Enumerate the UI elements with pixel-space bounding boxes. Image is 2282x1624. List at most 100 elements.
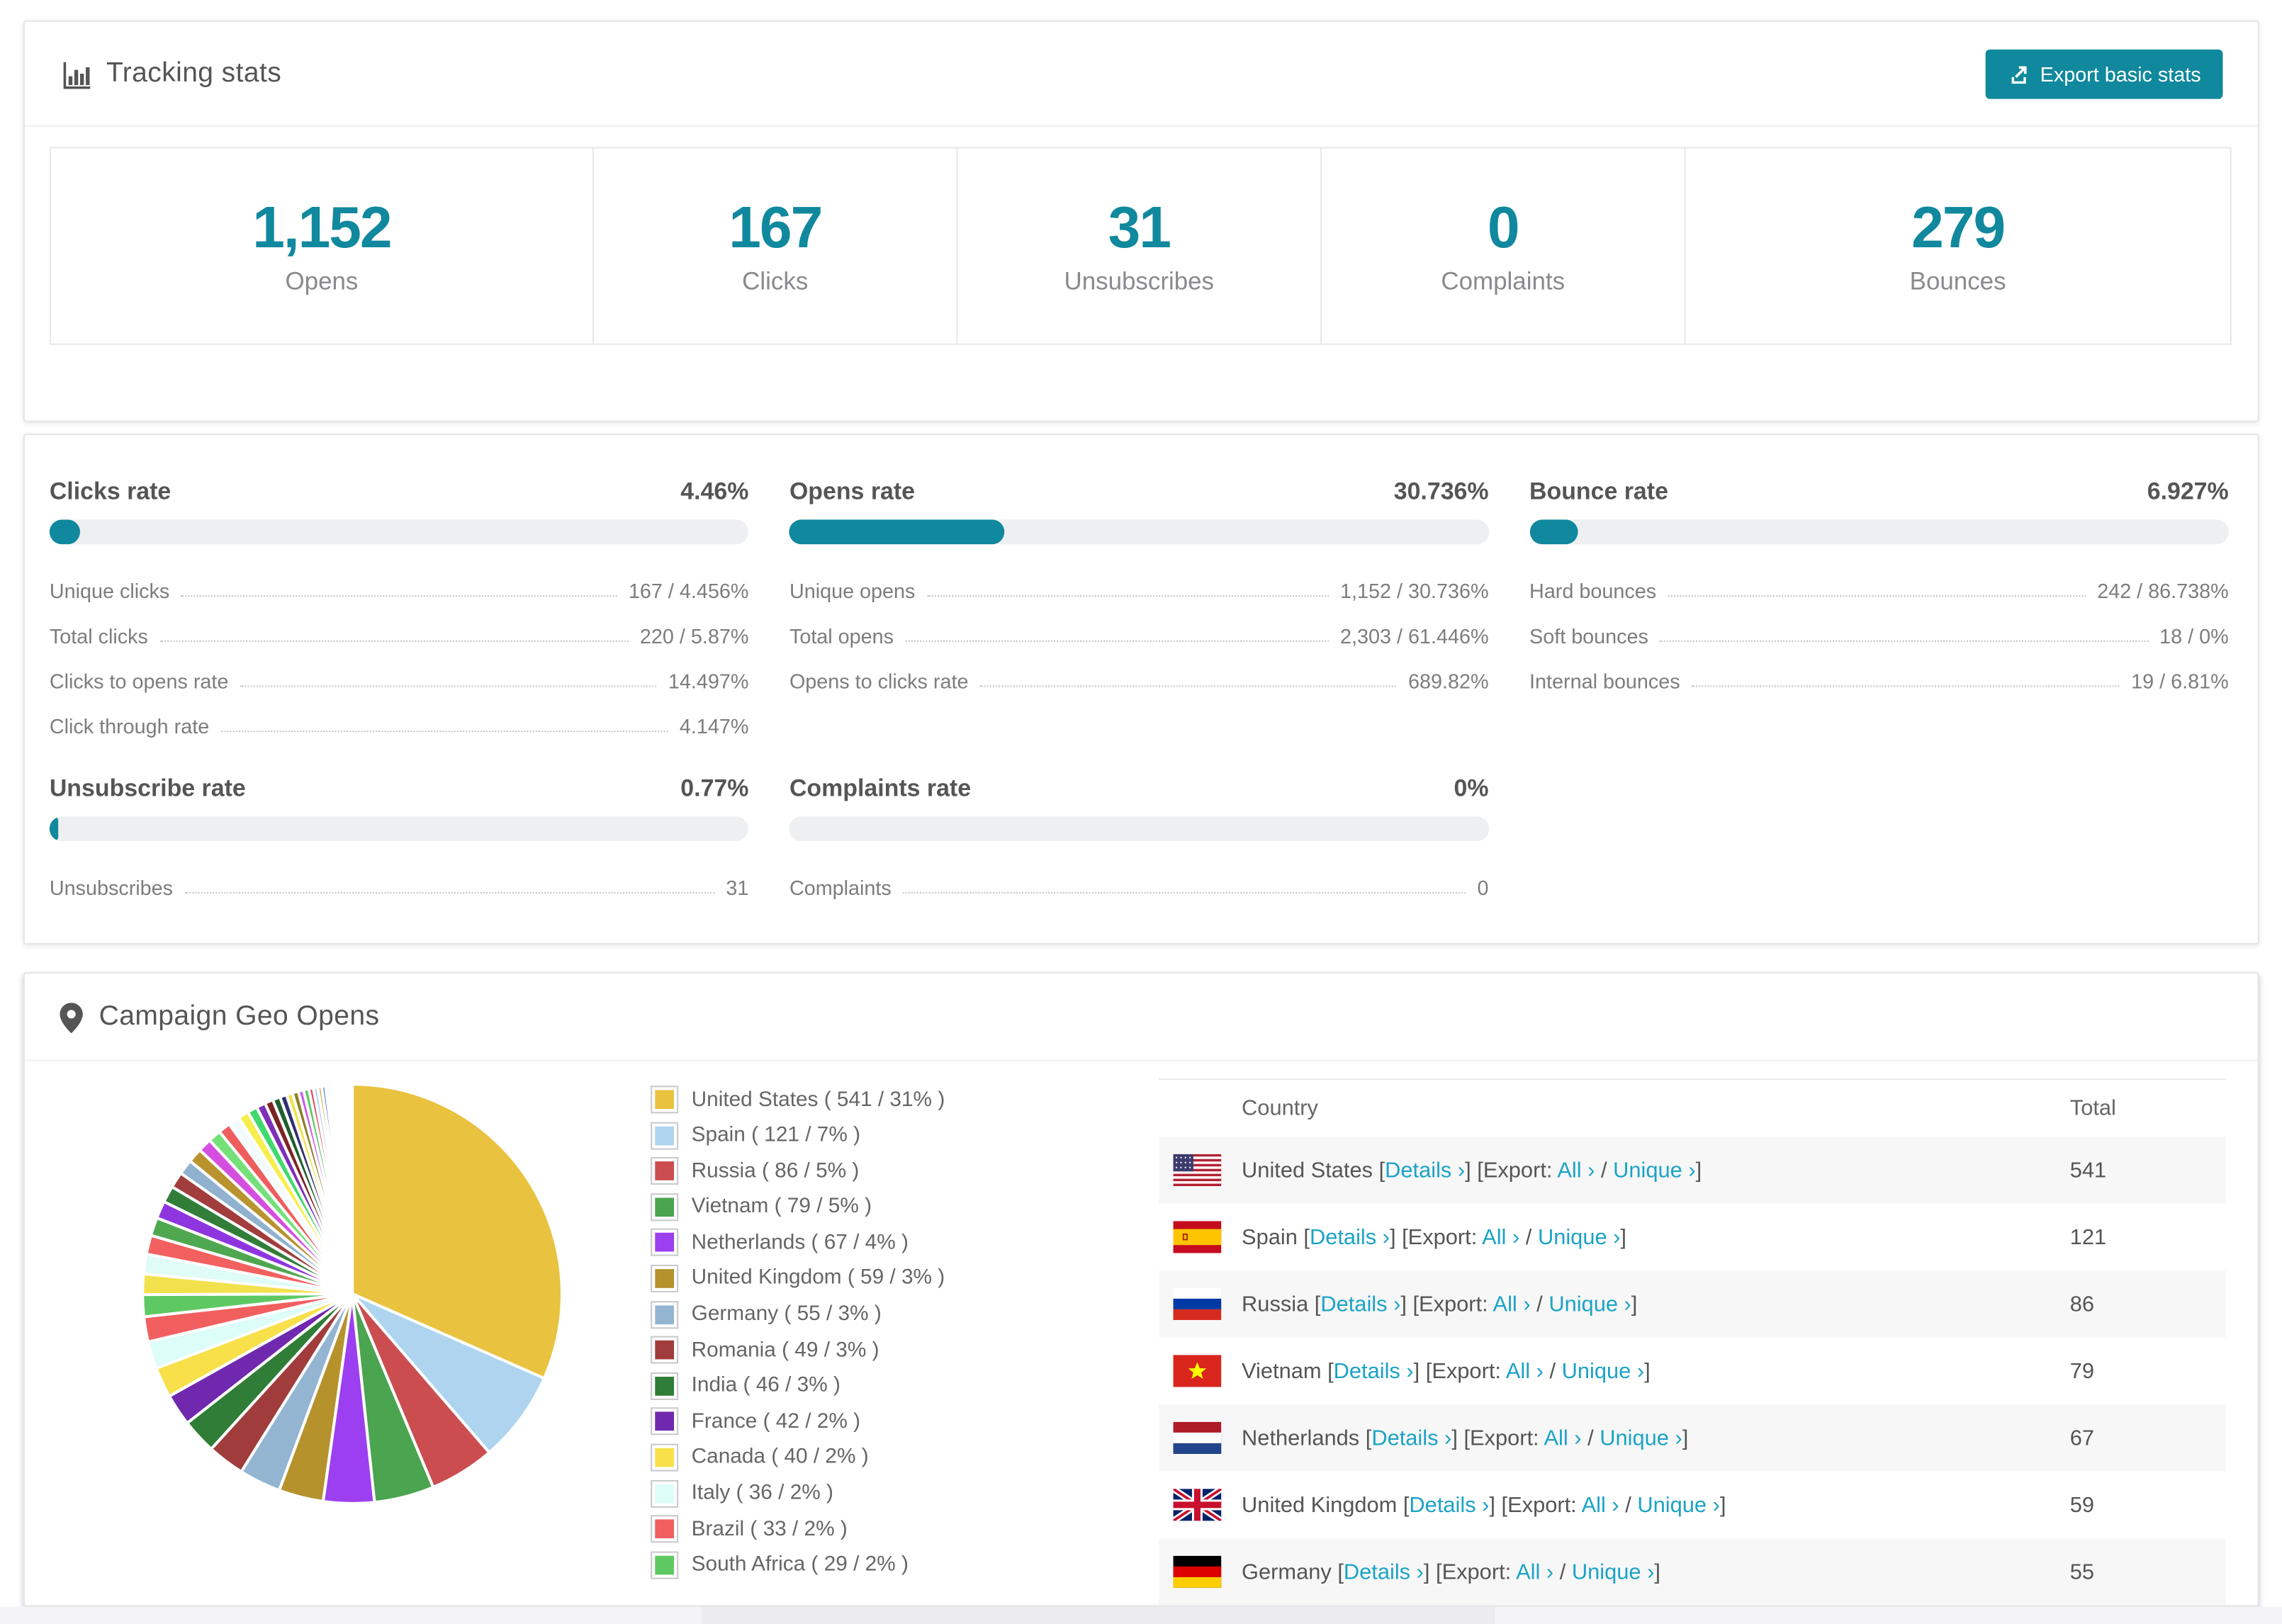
details-link[interactable]: Details ›	[1334, 1358, 1414, 1383]
details-link[interactable]: Details ›	[1310, 1224, 1390, 1249]
dotted-leader	[905, 640, 1329, 642]
rate-rows: Hard bounces 242 / 86.738% Soft bounces 18 …	[1529, 579, 2229, 692]
geo-total-cell: 59	[2069, 1492, 2095, 1518]
legend-swatch-color	[655, 1341, 675, 1360]
export-all-link[interactable]: All ›	[1516, 1560, 1553, 1584]
export-unique-link[interactable]: Unique ›	[1548, 1292, 1631, 1316]
details-link[interactable]: Details ›	[1409, 1492, 1489, 1517]
progress-fill	[789, 519, 1005, 545]
rate-row: Internal bounces 19 / 6.81%	[1529, 670, 2229, 693]
rate-row-value: 14.497%	[668, 669, 749, 693]
legend-item: United Kingdom ( 59 / 3% )	[651, 1264, 1131, 1292]
legend-item: India ( 46 / 3% )	[651, 1372, 1131, 1400]
export-unique-link[interactable]: Unique ›	[1600, 1426, 1682, 1450]
export-unique-link[interactable]: Unique ›	[1538, 1224, 1620, 1249]
rates-card: Clicks rate 4.46% Unique clicks 167 / 4.456…	[23, 434, 2259, 945]
rate-row-value: 19 / 6.81%	[2131, 669, 2229, 693]
rate-row-value: 18 / 0%	[2159, 624, 2229, 648]
stat-box-clicks: 167 Clicks	[594, 148, 958, 344]
stat-value-clicks: 167	[729, 196, 823, 260]
rate-row-value: 1,152 / 30.736%	[1340, 579, 1489, 603]
export-all-link[interactable]: All ›	[1582, 1492, 1619, 1517]
progress-fill	[1529, 519, 1578, 545]
geo-total-cell: 541	[2069, 1157, 2107, 1183]
legend-label: Canada ( 40 / 2% )	[691, 1445, 869, 1470]
rate-title: Opens rate	[789, 478, 916, 505]
dotted-leader	[903, 892, 1466, 894]
stat-box-opens: 1,152 Opens	[51, 148, 595, 344]
rate-row-label: Complaints	[789, 876, 892, 900]
legend-swatch	[651, 1300, 679, 1329]
geo-table-row-de: Germany [Details ›] [Export: All › / Uni…	[1158, 1538, 2226, 1606]
rate-value: 4.46%	[680, 478, 749, 505]
geo-country-cell: United States [Details ›] [Export: All ›…	[1242, 1157, 1702, 1183]
stat-label-unsubscribes: Unsubscribes	[1064, 266, 1215, 295]
campaign-geo-opens-card: Campaign Geo Opens United States ( 541 /…	[23, 972, 2259, 1607]
rate-row-label: Click through rate	[49, 714, 210, 738]
export-all-link[interactable]: All ›	[1557, 1158, 1595, 1183]
stat-box-unsubscribes: 31 Unsubscribes	[958, 148, 1322, 344]
export-icon	[2011, 65, 2026, 84]
export-all-link[interactable]: All ›	[1493, 1292, 1531, 1316]
dashboard-page: Tracking stats Export basic stats 1,152 O…	[0, 0, 2282, 1624]
export-all-link[interactable]: All ›	[1482, 1224, 1519, 1249]
rate-panel-complaints-rate: Complaints rate 0% Complaints 0	[789, 776, 1489, 900]
legend-label: Germany ( 55 / 3% )	[691, 1302, 882, 1326]
export-basic-stats-label: Export basic stats	[2040, 62, 2201, 86]
details-link[interactable]: Details ›	[1371, 1426, 1451, 1450]
geo-opens-pie-chart[interactable]	[137, 1078, 568, 1509]
legend-label: United States ( 541 / 31% )	[691, 1088, 945, 1112]
export-unique-link[interactable]: Unique ›	[1562, 1358, 1644, 1383]
details-link[interactable]: Details ›	[1320, 1292, 1400, 1316]
geo-total-cell: 67	[2069, 1425, 2095, 1450]
rate-row-label: Soft bounces	[1529, 624, 1648, 648]
legend-swatch	[651, 1443, 679, 1472]
rate-title: Complaints rate	[789, 775, 972, 802]
rate-rows: Complaints 0	[789, 876, 1489, 900]
export-all-link[interactable]: All ›	[1506, 1358, 1544, 1383]
geo-title: Campaign Geo Opens	[60, 1001, 379, 1033]
details-link[interactable]: Details ›	[1344, 1560, 1424, 1584]
rate-head-complaints-rate: Complaints rate 0%	[789, 776, 1489, 803]
rate-title: Clicks rate	[49, 478, 172, 505]
legend-swatch	[651, 1264, 679, 1292]
rate-rows: Unique clicks 167 / 4.456% Total clicks 220…	[50, 579, 749, 738]
rate-row: Soft bounces 18 / 0%	[1529, 624, 2229, 648]
geo-total-cell: 86	[2069, 1291, 2095, 1316]
progress-track	[49, 816, 749, 842]
geo-table: Country Total United States [Details ›] …	[1158, 1078, 2226, 1606]
rate-row-label: Unique clicks	[49, 579, 170, 603]
legend-swatch-color	[655, 1376, 675, 1396]
dotted-leader	[220, 731, 668, 733]
legend-swatch	[651, 1157, 679, 1185]
flag-vn-icon	[1173, 1355, 1222, 1387]
legend-swatch-color	[655, 1197, 675, 1217]
rate-panel-clicks-rate: Clicks rate 4.46% Unique clicks 167 / 4.456…	[49, 479, 749, 738]
flag-ru-icon	[1173, 1287, 1222, 1320]
legend-label: South Africa ( 29 / 2% )	[691, 1553, 909, 1577]
export-unique-link[interactable]: Unique ›	[1613, 1158, 1695, 1183]
progress-track	[49, 519, 749, 545]
rate-row-label: Clicks to opens rate	[49, 669, 229, 693]
flag-nl-icon	[1173, 1421, 1222, 1454]
legend-swatch	[651, 1479, 679, 1507]
details-link[interactable]: Details ›	[1385, 1158, 1465, 1183]
rate-head-clicks-rate: Clicks rate 4.46%	[50, 479, 749, 507]
rate-row-label: Internal bounces	[1529, 669, 1680, 693]
export-basic-stats-button[interactable]: Export basic stats	[1984, 49, 2223, 99]
dotted-leader	[159, 640, 629, 642]
geo-country-cell: Vietnam [Details ›] [Export: All › / Uni…	[1242, 1358, 1651, 1384]
legend-label: India ( 46 / 3% )	[691, 1374, 841, 1398]
legend-label: Russia ( 86 / 5% )	[691, 1159, 860, 1183]
page-bottom-strip	[0, 1606, 2282, 1624]
rate-panel-bounce-rate: Bounce rate 6.927% Hard bounces 242 / 86.73…	[1529, 479, 2229, 738]
legend-item: Brazil ( 33 / 2% )	[651, 1515, 1131, 1543]
export-all-link[interactable]: All ›	[1544, 1426, 1581, 1450]
flag-de-icon	[1173, 1555, 1222, 1588]
export-unique-link[interactable]: Unique ›	[1572, 1560, 1654, 1584]
tracking-stats-card: Tracking stats Export basic stats 1,152 O…	[23, 20, 2259, 422]
legend-item: Netherlands ( 67 / 4% )	[651, 1229, 1131, 1257]
export-unique-link[interactable]: Unique ›	[1637, 1492, 1719, 1517]
tracking-stats-title-text: Tracking stats	[106, 58, 282, 89]
geo-col-total: Total	[2069, 1095, 2116, 1121]
